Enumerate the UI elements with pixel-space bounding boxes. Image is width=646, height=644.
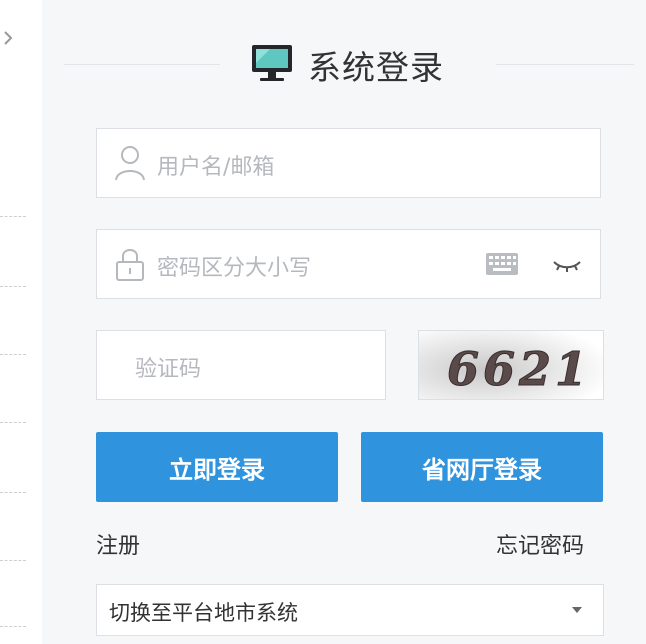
eye-closed-icon[interactable] — [551, 254, 583, 276]
system-select-value: 切换至平台地市系统 — [109, 601, 298, 625]
header-line-left — [64, 64, 220, 65]
monitor-icon — [252, 45, 292, 81]
header-line-right — [496, 64, 634, 65]
divider — [0, 216, 26, 217]
chevron-right-icon[interactable] — [2, 28, 16, 48]
divider — [0, 422, 26, 423]
lock-icon — [116, 249, 144, 281]
hall-login-button[interactable]: 省网厅登录 — [361, 432, 603, 502]
captcha-placeholder: 验证码 — [135, 357, 202, 382]
username-placeholder: 用户名/邮箱 — [157, 155, 275, 180]
divider — [0, 354, 26, 355]
login-header: 系统登录 — [64, 35, 634, 87]
captcha-image[interactable]: 6621 — [418, 330, 604, 400]
divider — [0, 560, 26, 561]
keyboard-icon[interactable] — [485, 252, 519, 276]
system-select[interactable]: 切换至平台地市系统 — [96, 584, 604, 636]
register-link[interactable]: 注册 — [96, 528, 140, 560]
username-field[interactable]: 用户名/邮箱 — [96, 128, 601, 198]
left-strip — [0, 0, 42, 644]
divider — [0, 492, 26, 493]
captcha-input[interactable]: 验证码 — [96, 330, 386, 400]
forgot-password-link[interactable]: 忘记密码 — [496, 528, 584, 560]
page-title: 系统登录 — [308, 48, 444, 87]
divider — [0, 286, 26, 287]
login-panel: 系统登录 用户名/邮箱 密码区分大小写 验证码 6621 立即登录 省网厅登录 … — [42, 0, 646, 644]
caret-down-icon — [572, 607, 582, 613]
divider — [0, 626, 26, 627]
captcha-text: 6621 — [447, 342, 591, 396]
login-button[interactable]: 立即登录 — [96, 432, 338, 502]
user-icon — [115, 146, 145, 181]
password-placeholder: 密码区分大小写 — [157, 256, 312, 281]
password-field[interactable]: 密码区分大小写 — [96, 229, 601, 299]
